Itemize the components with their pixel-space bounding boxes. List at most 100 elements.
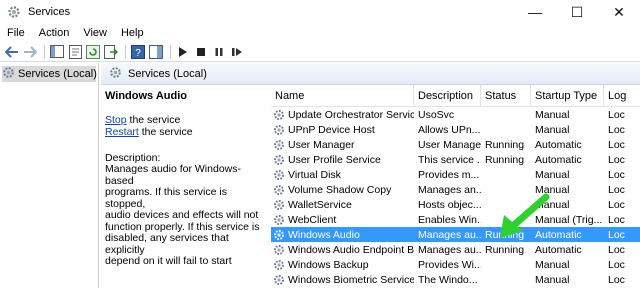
maximize-button[interactable]: ☐ bbox=[556, 0, 598, 24]
service-description: Enables Win... bbox=[418, 213, 481, 226]
service-row[interactable]: Windows Audio Manages au... Running Automat… bbox=[271, 227, 640, 242]
refresh-icon[interactable] bbox=[85, 44, 101, 60]
service-startup-type: Manual bbox=[535, 258, 570, 271]
maximize-icon: ☐ bbox=[570, 3, 584, 20]
toolbar-separator bbox=[170, 44, 171, 59]
service-description: Manages an... bbox=[418, 183, 481, 196]
service-gear-icon bbox=[274, 139, 284, 150]
service-row[interactable]: User Manager User Manage... Running Automat… bbox=[271, 137, 640, 152]
service-description: Provides m... bbox=[418, 168, 480, 181]
services-gear-icon bbox=[6, 4, 22, 20]
service-name-cell: Windows Biometric Service bbox=[271, 274, 414, 286]
service-name: User Manager bbox=[288, 138, 355, 151]
menu-view[interactable]: View bbox=[76, 24, 114, 42]
service-startup-type: Manual bbox=[535, 123, 570, 136]
service-startup-type: Manual bbox=[535, 168, 570, 181]
pause-service-icon[interactable] bbox=[211, 44, 227, 60]
column-header-log-on-as[interactable]: Log bbox=[604, 85, 640, 106]
service-row[interactable]: Windows Backup Provides Wi... Manual Loc bbox=[271, 257, 640, 272]
minimize-icon: — bbox=[528, 4, 542, 20]
service-row[interactable]: Virtual Disk Provides m... Manual Loc bbox=[271, 167, 640, 182]
service-startup-type: Manual bbox=[535, 183, 570, 196]
service-description: Allows UPn... bbox=[418, 123, 481, 136]
description-line: programs. If this service is stopped, bbox=[105, 186, 227, 210]
restart-service-icon[interactable] bbox=[229, 44, 245, 60]
list-header: Name Description Status Startup Type Log bbox=[271, 85, 640, 107]
service-name-cell: WalletService bbox=[271, 199, 414, 211]
service-log-on-as: Loc bbox=[608, 228, 625, 241]
restart-suffix: the service bbox=[138, 126, 193, 138]
service-row[interactable]: User Profile Service This service ... Runn… bbox=[271, 152, 640, 167]
service-description: Hosts objec... bbox=[418, 198, 481, 211]
service-name-cell: Volume Shadow Copy bbox=[271, 184, 414, 196]
service-row[interactable]: Update Orchestrator Service UsoSvc Manual L… bbox=[271, 107, 640, 122]
service-name: UPnP Device Host bbox=[288, 123, 375, 136]
service-row[interactable]: WalletService Hosts objec... Manual Loc bbox=[271, 197, 640, 212]
service-name-cell: Windows Audio bbox=[271, 229, 414, 241]
help-icon[interactable]: ? bbox=[130, 44, 146, 60]
service-gear-icon bbox=[274, 259, 284, 270]
service-name: WalletService bbox=[288, 198, 352, 211]
description-line: depend on it will fail to start bbox=[105, 255, 232, 267]
services-panel: Services (Local) Windows Audio Stop the … bbox=[101, 63, 640, 288]
column-header-name[interactable]: Name bbox=[271, 85, 414, 106]
service-row[interactable]: Windows Audio Endpoint B... Manages au...… bbox=[271, 242, 640, 257]
description-line: Manages audio for Windows-based bbox=[105, 163, 241, 187]
action-pane-icon[interactable] bbox=[148, 44, 164, 60]
menu-action[interactable]: Action bbox=[32, 24, 77, 42]
service-gear-icon bbox=[274, 184, 284, 195]
properties-sheet-icon[interactable] bbox=[67, 44, 83, 60]
service-row[interactable]: UPnP Device Host Allows UPn... Manual Loc bbox=[271, 122, 640, 137]
stop-suffix: the service bbox=[126, 113, 181, 126]
service-name-cell: User Profile Service bbox=[271, 154, 414, 166]
column-header-status[interactable]: Status bbox=[481, 85, 531, 106]
service-log-on-as: Loc bbox=[608, 243, 625, 256]
close-button[interactable]: ✕ bbox=[598, 0, 640, 24]
service-log-on-as: Loc bbox=[608, 138, 625, 151]
minimize-button[interactable]: — bbox=[514, 0, 556, 24]
start-service-icon[interactable] bbox=[175, 44, 191, 60]
service-name-cell: WebClient bbox=[271, 214, 414, 226]
service-row[interactable]: WebClient Enables Win... Manual (Trig... Lo… bbox=[271, 212, 640, 227]
forward-arrow-icon[interactable] bbox=[22, 44, 38, 60]
tree-item-label: Services (Local) bbox=[18, 68, 97, 80]
title-bar: Services — ☐ ✕ bbox=[0, 0, 640, 24]
service-row[interactable]: Windows Biometric Service The Windo... Man… bbox=[271, 272, 640, 287]
export-list-icon[interactable] bbox=[103, 44, 119, 60]
service-status: Running bbox=[485, 153, 525, 166]
service-description: UsoSvc bbox=[418, 108, 455, 121]
services-list: Name Description Status Startup Type Log… bbox=[271, 85, 640, 288]
service-name: Windows Biometric Service bbox=[288, 273, 414, 286]
menu-help[interactable]: Help bbox=[114, 24, 151, 42]
service-name: Windows Backup bbox=[288, 258, 369, 271]
service-startup-type: Automatic bbox=[535, 243, 582, 256]
service-name: Update Orchestrator Service bbox=[288, 108, 414, 121]
column-header-startup-type[interactable]: Startup Type bbox=[531, 85, 604, 106]
description-line: disabled, any services that explicitly bbox=[105, 232, 229, 256]
svg-text:?: ? bbox=[135, 48, 141, 59]
service-name: Virtual Disk bbox=[288, 168, 341, 181]
service-row[interactable]: Volume Shadow Copy Manages an... Manual Loc bbox=[271, 182, 640, 197]
stop-line: Stop the service bbox=[105, 113, 267, 127]
restart-link[interactable]: Restart bbox=[105, 126, 139, 138]
service-startup-type: Manual (Trig... bbox=[535, 213, 603, 226]
service-name: User Profile Service bbox=[288, 153, 381, 166]
service-description: Manages au... bbox=[418, 243, 481, 256]
service-log-on-as: Loc bbox=[608, 183, 625, 196]
window-title: Services bbox=[28, 6, 71, 18]
toolbar-separator bbox=[125, 44, 126, 59]
service-description: User Manage... bbox=[418, 138, 481, 151]
menu-file[interactable]: File bbox=[0, 24, 32, 42]
back-arrow-icon[interactable] bbox=[4, 44, 20, 60]
tree-item-services-local[interactable]: Services (Local) bbox=[2, 66, 97, 82]
service-name: Windows Audio Endpoint B... bbox=[288, 243, 414, 256]
service-name: Volume Shadow Copy bbox=[288, 183, 392, 196]
service-name-cell: Windows Audio Endpoint B... bbox=[271, 244, 414, 256]
service-log-on-as: Loc bbox=[608, 153, 625, 166]
stop-service-icon[interactable] bbox=[193, 44, 209, 60]
column-header-description[interactable]: Description bbox=[414, 85, 481, 106]
stop-link[interactable]: Stop bbox=[105, 114, 127, 126]
show-hide-console-tree-icon[interactable] bbox=[49, 44, 65, 60]
service-gear-icon bbox=[274, 244, 284, 255]
service-name: WebClient bbox=[288, 213, 337, 226]
